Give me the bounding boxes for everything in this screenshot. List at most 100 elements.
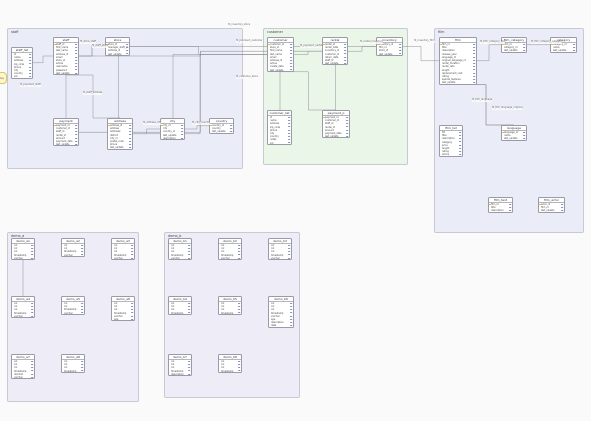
relationship-line[interactable] xyxy=(79,46,105,57)
table-a3[interactable]: demo_a3 col col col timestamp varchar xyxy=(111,238,135,260)
table-a6[interactable]: demo_a6 col col col timestamp varchar age xyxy=(111,296,135,322)
table-city[interactable]: city city_id city country_id last_update desc… xyxy=(160,118,185,140)
table-a8[interactable]: demo_a8 col col col timestamp xyxy=(61,354,85,373)
table-b6[interactable]: demo_b6 col col col timestamp varchar age descr… xyxy=(268,296,294,328)
table-b8[interactable]: demo_b8 col col col timestamp xyxy=(218,354,242,373)
column-row[interactable]: sid xyxy=(268,142,291,144)
relationship-line[interactable] xyxy=(117,55,121,119)
column-name: timestamp xyxy=(64,369,77,373)
table-rental[interactable]: rental rental_id rental_date inventory_id cu… xyxy=(322,37,348,66)
column-row[interactable]: age xyxy=(112,318,134,321)
table-language[interactable]: language language_id name last_update xyxy=(501,125,527,141)
type-icon xyxy=(80,251,84,253)
column-row[interactable]: varchar xyxy=(12,376,34,379)
type-icon xyxy=(237,367,241,369)
relationship-line[interactable] xyxy=(33,55,53,64)
column-row[interactable]: last_update xyxy=(377,53,402,55)
sticky-note[interactable]: key xyxy=(0,72,7,84)
table-customer-list[interactable]: customer_list id name address zip_code phone c… xyxy=(267,110,292,145)
table-b7[interactable]: demo_b7 col col col timestamp description xyxy=(168,354,192,376)
relationship-line[interactable] xyxy=(348,46,376,52)
relationship-line[interactable] xyxy=(403,46,439,62)
relationship-line[interactable] xyxy=(279,71,281,111)
type-icon xyxy=(74,128,78,130)
column-row[interactable]: last_update xyxy=(539,209,564,212)
column-name: last_update xyxy=(56,143,70,147)
column-name: timestamp xyxy=(221,311,234,315)
table-a1[interactable]: demo_a1 col col col timestamp varchar xyxy=(11,238,35,260)
column-row[interactable]: last_update xyxy=(108,146,132,149)
column-row[interactable]: description xyxy=(489,209,512,212)
type-icon xyxy=(30,248,34,250)
table-staff[interactable]: staff staff_id first_name last_name address_… xyxy=(53,37,79,75)
column-row[interactable]: varchar xyxy=(112,257,134,259)
column-row[interactable]: varchar xyxy=(62,312,84,314)
column-row[interactable]: last_update xyxy=(440,81,476,84)
column-row[interactable]: sid xyxy=(12,75,32,78)
column-row[interactable]: varchar xyxy=(12,257,34,259)
table-b2[interactable]: demo_b2 col col col timestamp varchar xyxy=(218,238,242,260)
table-a5[interactable]: demo_a5 col col timestamp varchar xyxy=(61,296,85,315)
column-row[interactable]: last_update xyxy=(210,130,233,133)
column-row[interactable]: last_update xyxy=(502,49,526,52)
table-payment-p[interactable]: payment_p payment_id customer_id staff_id re… xyxy=(322,110,350,139)
table-address[interactable]: address address_id address address2 district… xyxy=(107,118,133,150)
relationship-label: fk_staff_store xyxy=(92,44,108,48)
column-row[interactable]: last_update xyxy=(106,53,129,55)
table-film-text[interactable]: film_text film_id title description xyxy=(488,197,513,213)
column-row[interactable]: varchar xyxy=(269,257,291,259)
diagram-canvas[interactable]: staff customer film demo_a demo_b staff_list i… xyxy=(0,0,591,421)
column-row[interactable]: last_update xyxy=(502,137,526,140)
column-row[interactable]: varchar xyxy=(62,254,84,256)
type-icon xyxy=(28,76,32,78)
type-icon xyxy=(187,306,191,308)
table-payment[interactable]: payment payment_id customer_id staff_id rent… xyxy=(53,118,79,147)
table-b1[interactable]: demo_b1 col col col timestamp varchar xyxy=(168,238,192,260)
table-b5[interactable]: demo_b5 col col col timestamp xyxy=(218,296,242,315)
column-row[interactable]: varchar xyxy=(169,257,191,259)
table-a4[interactable]: demo_a4 col col col timestamp varchar xyxy=(11,296,35,318)
column-row[interactable]: last_update xyxy=(54,71,78,75)
relationship-line[interactable] xyxy=(458,84,514,126)
table-film[interactable]: film film_id title description release_year l… xyxy=(439,37,477,85)
relationship-label: fk_customer_store xyxy=(236,75,258,79)
column-row[interactable]: varchar xyxy=(219,257,241,259)
type-icon xyxy=(30,306,34,308)
relationship-line[interactable] xyxy=(185,125,209,130)
relationship-line[interactable] xyxy=(280,71,337,111)
table-film-list[interactable]: film_list fid title description category pric… xyxy=(439,125,463,157)
relationship-line[interactable] xyxy=(130,46,267,55)
column-row[interactable]: description xyxy=(169,373,191,375)
column-row[interactable]: timestamp xyxy=(169,312,191,314)
table-a7[interactable]: demo_a7 col col col timestamp decimal varchar xyxy=(11,354,35,380)
table-staff-list[interactable]: staff_list id name address zip_code phone city… xyxy=(11,47,33,79)
column-name: last_update xyxy=(56,71,70,75)
column-row[interactable]: last_update xyxy=(268,69,293,71)
type-icon xyxy=(289,43,293,46)
type-icon xyxy=(30,360,34,363)
column-row[interactable]: timestamp xyxy=(219,311,241,315)
column-row[interactable]: varchar xyxy=(12,315,34,317)
table-store[interactable]: store store_id manager_staff_id address_id l… xyxy=(105,37,130,56)
relationship-line[interactable] xyxy=(133,128,160,135)
column-row[interactable]: last_update xyxy=(54,143,78,146)
column-row[interactable]: last_update xyxy=(323,135,349,138)
relationship-line[interactable] xyxy=(294,50,322,55)
table-country[interactable]: country country_id country last_update xyxy=(209,118,234,134)
column-row[interactable]: last_update xyxy=(551,49,576,52)
relationship-line[interactable] xyxy=(66,74,120,119)
table-a2[interactable]: demo_a2 col col timestamp varchar xyxy=(61,238,85,257)
table-film-actor[interactable]: film_actor actor_id film_id last_update xyxy=(538,197,565,213)
column-row[interactable]: actors xyxy=(440,153,462,156)
column-row[interactable]: last_update xyxy=(323,62,347,65)
type-icon xyxy=(130,248,134,250)
column-row[interactable]: timestamp xyxy=(62,369,84,373)
column-row[interactable]: timestamp xyxy=(219,370,241,372)
column-row[interactable]: date xyxy=(269,324,293,327)
relationship-line[interactable] xyxy=(477,44,501,62)
table-customer[interactable]: customer customer_id store_id first_name las… xyxy=(267,37,294,72)
column-row[interactable]: description xyxy=(161,137,184,139)
table-b3[interactable]: demo_b3 col col col timestamp varchar xyxy=(268,238,292,260)
table-b4[interactable]: demo_b4 col col col timestamp xyxy=(168,296,192,315)
relationship-line[interactable] xyxy=(335,65,336,111)
